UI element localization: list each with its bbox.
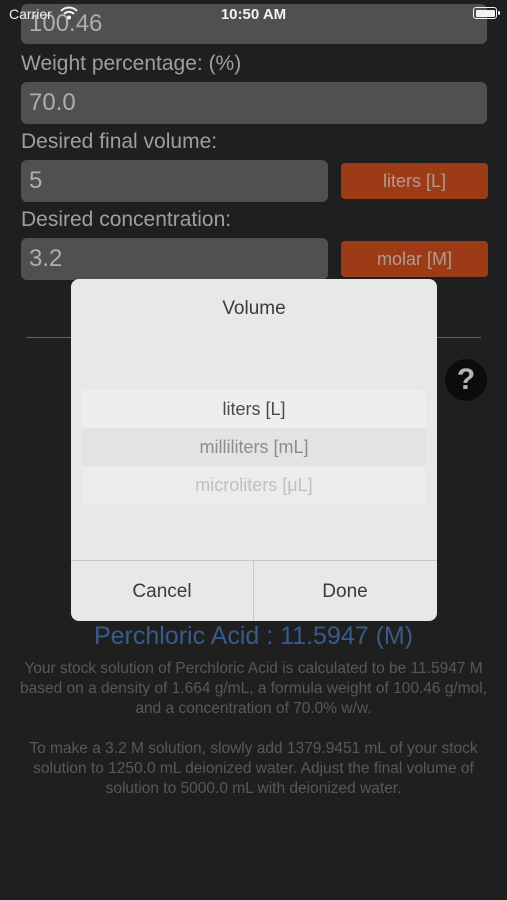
dialog-separator [71, 560, 437, 561]
picker-option-liters[interactable]: liters [L] [82, 390, 426, 428]
status-bar: Carrier 10:50 AM [0, 0, 507, 28]
picker-title: Volume [222, 298, 286, 319]
picker-option-milliliters[interactable]: milliliters [mL] [82, 428, 426, 466]
picker-option-microliters[interactable]: microliters [μL] [82, 466, 426, 504]
cancel-button[interactable]: Cancel [71, 581, 253, 603]
battery-icon [473, 7, 500, 19]
clock: 10:50 AM [220, 6, 287, 23]
done-button[interactable]: Done [254, 581, 436, 603]
volume-picker-dialog: Volume liters [L] milliliters [mL] micro… [71, 279, 437, 621]
